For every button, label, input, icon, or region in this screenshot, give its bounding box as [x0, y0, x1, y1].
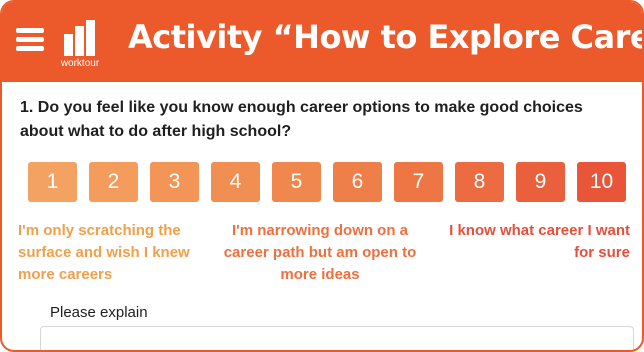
rating-option-4[interactable]: 4 [211, 162, 260, 202]
question-text: 1. Do you feel like you know enough care… [20, 99, 583, 140]
rating-option-5[interactable]: 5 [272, 162, 321, 202]
explain-textarea[interactable] [40, 326, 634, 350]
logo-text: worktour [60, 58, 100, 69]
header-bar: worktour Activity “How to Explore Career… [2, 2, 642, 82]
rating-scale: 1 2 3 4 5 6 7 8 9 10 [28, 162, 636, 202]
scale-anchor-low: I'm only scratching the surface and wish… [18, 222, 190, 283]
menu-icon[interactable] [16, 28, 44, 52]
scale-anchor-mid: I'm narrowing down on a career path but … [223, 222, 417, 283]
rating-option-6[interactable]: 6 [333, 162, 382, 202]
rating-option-7[interactable]: 7 [394, 162, 443, 202]
scale-anchor-high: I know what career I want for sure [449, 222, 630, 261]
worktour-logo: worktour [58, 20, 102, 70]
logo-mark-icon [64, 20, 95, 56]
rating-option-9[interactable]: 9 [516, 162, 565, 202]
rating-option-2[interactable]: 2 [89, 162, 138, 202]
activity-card: worktour Activity “How to Explore Career… [0, 0, 644, 352]
explain-label: Please explain [50, 304, 148, 321]
rating-option-1[interactable]: 1 [28, 162, 77, 202]
rating-option-10[interactable]: 10 [577, 162, 626, 202]
page-title: Activity “How to Explore Careers” [128, 18, 644, 56]
rating-option-3[interactable]: 3 [150, 162, 199, 202]
rating-option-8[interactable]: 8 [455, 162, 504, 202]
